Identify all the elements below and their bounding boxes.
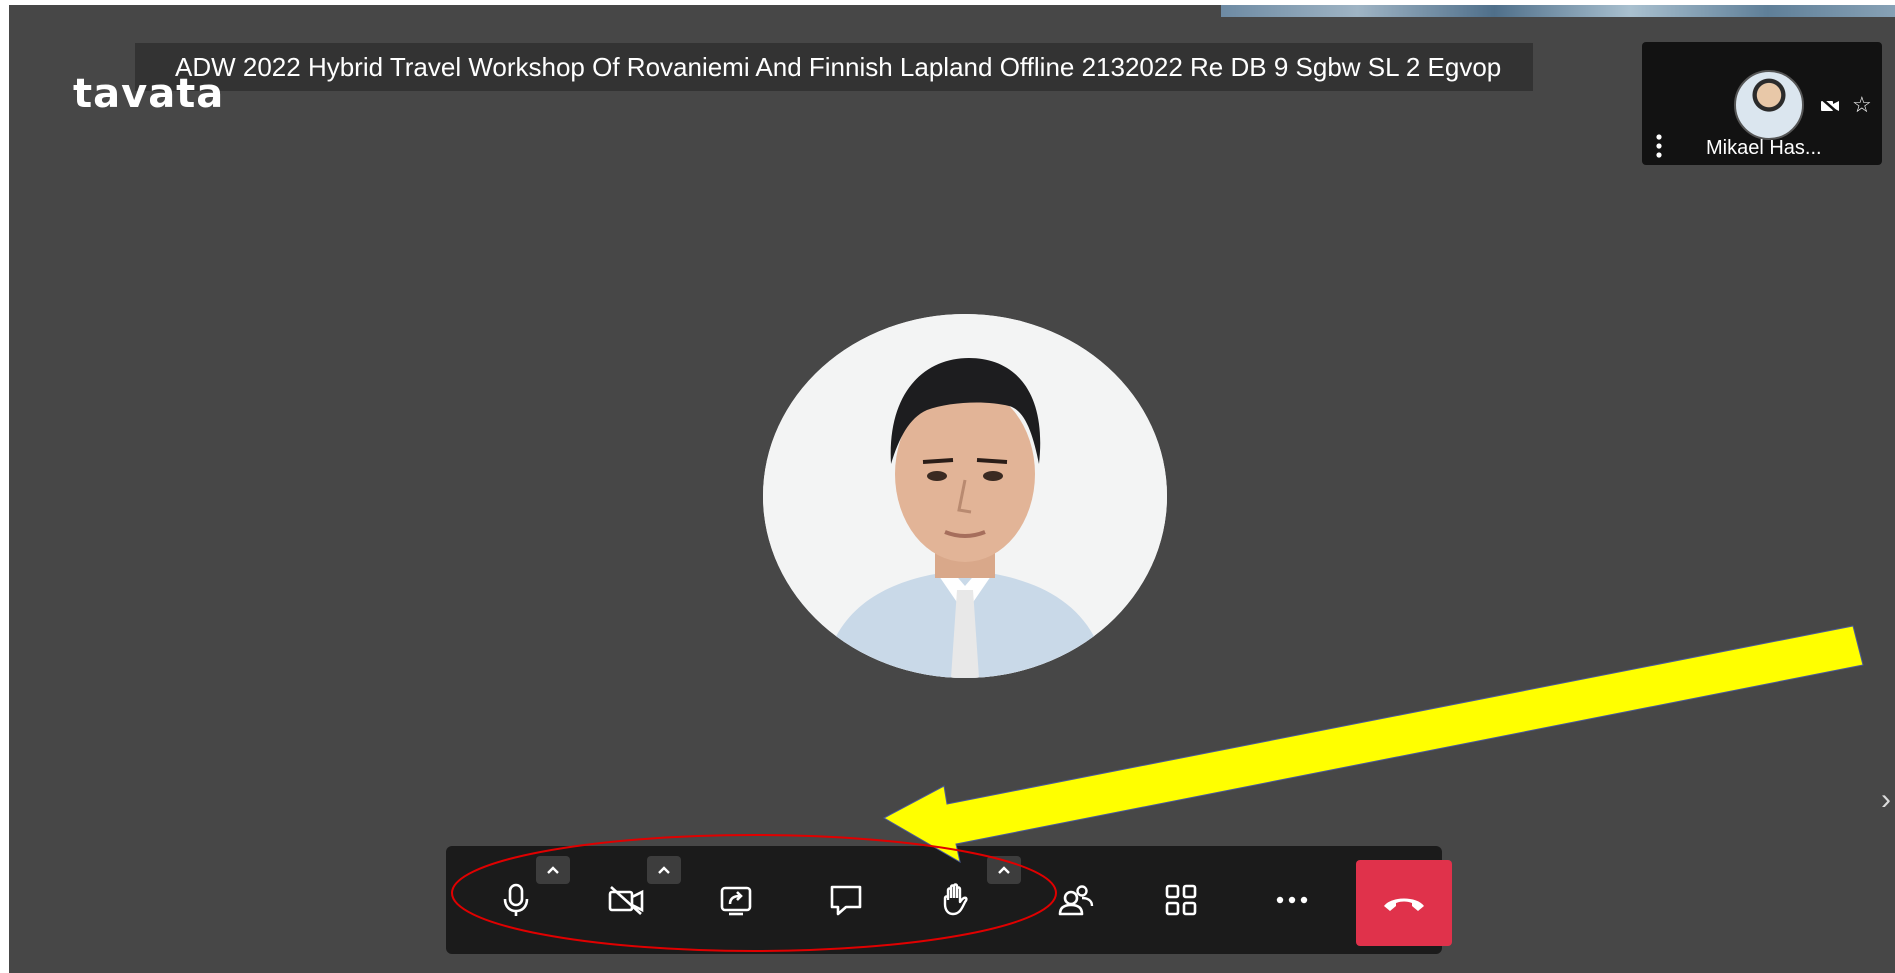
chevron-up-icon	[998, 865, 1010, 874]
raise-hand-icon	[943, 883, 968, 916]
meeting-title: ADW 2022 Hybrid Travel Workshop Of Rovan…	[135, 43, 1534, 91]
camera-options-button[interactable]	[647, 856, 681, 884]
chat-icon	[830, 885, 862, 916]
microphone-icon	[503, 883, 529, 916]
star-icon[interactable]: ☆	[1852, 92, 1872, 118]
participants-button[interactable]	[1026, 846, 1126, 954]
hang-up-button[interactable]	[1356, 860, 1452, 946]
hang-up-icon	[1384, 898, 1424, 911]
camera-off-icon	[1821, 98, 1839, 114]
more-vertical-icon[interactable]	[1656, 134, 1662, 158]
microphone-options-button[interactable]	[536, 856, 570, 884]
more-icon	[1276, 896, 1308, 904]
video-stage: ADW 2022 Hybrid Travel Workshop Of Rovan…	[9, 5, 1895, 973]
share-screen-button[interactable]	[686, 846, 786, 954]
camera-off-icon	[608, 886, 644, 915]
brand-logo: tavata	[73, 71, 225, 117]
chevron-right-icon[interactable]: ›	[1881, 783, 1891, 817]
chat-button[interactable]	[796, 846, 896, 954]
participants-icon	[1058, 885, 1094, 916]
background-photo-strip	[1221, 5, 1895, 17]
tile-view-button[interactable]	[1131, 846, 1231, 954]
more-options-button[interactable]	[1242, 846, 1342, 954]
chevron-up-icon	[547, 865, 559, 874]
participant-avatar	[1734, 70, 1804, 140]
speaker-avatar	[763, 314, 1167, 678]
share-screen-icon	[720, 886, 752, 916]
raise-hand-options-button[interactable]	[987, 856, 1021, 884]
participant-tile[interactable]: ☆ Mikael Has...	[1642, 42, 1882, 165]
chevron-up-icon	[658, 865, 670, 874]
participant-name: Mikael Has...	[1706, 137, 1822, 159]
tile-view-icon	[1165, 884, 1197, 916]
meeting-toolbar	[446, 846, 1452, 954]
speaker-photo	[763, 314, 1167, 678]
